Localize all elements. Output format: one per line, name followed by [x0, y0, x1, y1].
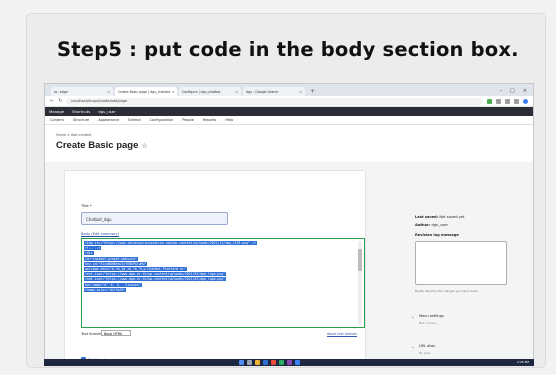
- last-saved-value: Not saved yet: [439, 215, 465, 219]
- revision-log-label: Revision log message: [415, 233, 459, 237]
- tab-label: ec. edge: [54, 89, 68, 94]
- code-content: <img src="https://www.iotsensorinnovatio…: [84, 241, 354, 325]
- app-icon[interactable]: [271, 360, 276, 365]
- browser-tab-bar: ec. edge × Create Basic page | dgu_chatbo…: [45, 84, 533, 96]
- url-field[interactable]: localhost/drupal/node/add/page: [66, 97, 483, 105]
- author: Author: dgu_user: [415, 223, 448, 227]
- title-input[interactable]: Chatbot_dgu: [81, 212, 228, 225]
- window-controls: – □ ×: [500, 86, 533, 96]
- extension-icon[interactable]: [505, 98, 510, 104]
- url-alias-value: No alias: [419, 351, 431, 355]
- breadcrumb[interactable]: Home > Add content: [56, 133, 92, 137]
- star-icon[interactable]: ☆: [141, 143, 147, 150]
- text-format-label: Text format: [81, 332, 101, 336]
- shortcuts-menu[interactable]: Shortcuts: [72, 109, 90, 114]
- url-alias-label[interactable]: URL alias: [419, 344, 435, 348]
- user-menu[interactable]: dgu_user: [98, 109, 115, 114]
- reload-icon[interactable]: ↻: [58, 98, 62, 104]
- windows-taskbar: 4:26 PM: [44, 359, 534, 366]
- extension-icon[interactable]: [487, 98, 492, 104]
- page-title: Create Basic page ☆: [56, 140, 148, 151]
- minimize-icon[interactable]: –: [500, 86, 503, 96]
- drupal-toolbar: Manage Shortcuts dgu_user: [45, 107, 533, 116]
- app-icon[interactable]: [287, 360, 292, 365]
- profile-icon[interactable]: [523, 98, 528, 104]
- chevron-down-icon[interactable]: ⌄: [411, 344, 414, 349]
- tab-label: Configure | dgu_chatbot: [182, 89, 221, 94]
- title-label: Title *: [81, 204, 92, 208]
- browser-tab-2[interactable]: Create Basic page | dgu_chatbot ×: [115, 87, 177, 96]
- taskbar-icons: [239, 360, 300, 365]
- manage-menu[interactable]: Manage: [49, 109, 64, 114]
- revision-log-textarea[interactable]: [415, 241, 507, 285]
- tab-label: dgu - Google Search: [246, 89, 279, 94]
- slide-frame: Step5 : put code in the body section box…: [27, 14, 545, 367]
- tab-label: Create Basic page | dgu_chatbot: [118, 89, 170, 94]
- admin-menu-structure[interactable]: Structure: [73, 118, 89, 122]
- code-line: theme-color="#1f3a70": [84, 287, 127, 292]
- taskbar-clock: 4:26 PM: [516, 360, 529, 364]
- close-icon[interactable]: ×: [235, 90, 238, 94]
- admin-menu-people[interactable]: People: [182, 118, 194, 122]
- body-label[interactable]: Body (Edit summary): [81, 232, 119, 236]
- admin-menu-bar: Content Structure Appearance Extend Conf…: [45, 116, 533, 125]
- revision-hint: Briefly describe the changes you have ma…: [415, 289, 479, 293]
- chevron-down-icon[interactable]: ⌄: [411, 314, 414, 319]
- menu-settings-label[interactable]: Menu settings: [419, 314, 444, 318]
- close-icon[interactable]: ×: [172, 90, 175, 94]
- last-saved: Last saved: Not saved yet: [415, 215, 464, 219]
- extension-icon[interactable]: [496, 98, 501, 104]
- browser-tab-3[interactable]: Configure | dgu_chatbot ×: [179, 87, 241, 96]
- admin-menu-extend[interactable]: Extend: [128, 118, 140, 122]
- new-tab-icon[interactable]: +: [310, 87, 315, 96]
- last-saved-label: Last saved:: [415, 215, 439, 219]
- back-icon[interactable]: ←: [50, 98, 54, 104]
- text-format-select[interactable]: Basic HTML: [101, 330, 131, 336]
- scrollbar-thumb[interactable]: [358, 249, 362, 271]
- body-editor[interactable]: <img src="https://www.iotsensorinnovatio…: [81, 238, 365, 328]
- author-value: dgu_user: [431, 223, 448, 227]
- close-window-icon[interactable]: ×: [523, 86, 527, 96]
- maximize-icon[interactable]: □: [510, 86, 515, 96]
- browser-tab-1[interactable]: ec. edge ×: [51, 87, 113, 96]
- folder-icon[interactable]: [255, 360, 260, 365]
- admin-menu-content[interactable]: Content: [50, 118, 64, 122]
- admin-menu-appearance[interactable]: Appearance: [98, 118, 119, 122]
- author-label: Author:: [415, 223, 431, 227]
- menu-settings-value: Not in menu: [419, 321, 437, 325]
- app-icon[interactable]: [279, 360, 284, 365]
- chrome-icon[interactable]: [295, 360, 300, 365]
- extension-icon[interactable]: [514, 98, 519, 104]
- address-bar: ← ↻ localhost/drupal/node/add/page: [45, 96, 533, 107]
- edge-icon[interactable]: [263, 360, 268, 365]
- admin-menu-help[interactable]: Help: [225, 118, 233, 122]
- slide-title: Step5 : put code in the body section box…: [57, 38, 519, 61]
- admin-menu-reports[interactable]: Reports: [203, 118, 216, 122]
- about-text-formats-link[interactable]: About text formats: [327, 332, 357, 336]
- browser-tab-4[interactable]: dgu - Google Search ×: [243, 87, 305, 96]
- editor-scrollbar[interactable]: [358, 241, 362, 325]
- search-icon[interactable]: [247, 360, 252, 365]
- start-icon[interactable]: [239, 360, 244, 365]
- admin-menu-configuration[interactable]: Configuration: [149, 118, 173, 122]
- page-title-text: Create Basic page: [56, 140, 139, 151]
- close-icon[interactable]: ×: [107, 90, 110, 94]
- close-icon[interactable]: ×: [299, 90, 302, 94]
